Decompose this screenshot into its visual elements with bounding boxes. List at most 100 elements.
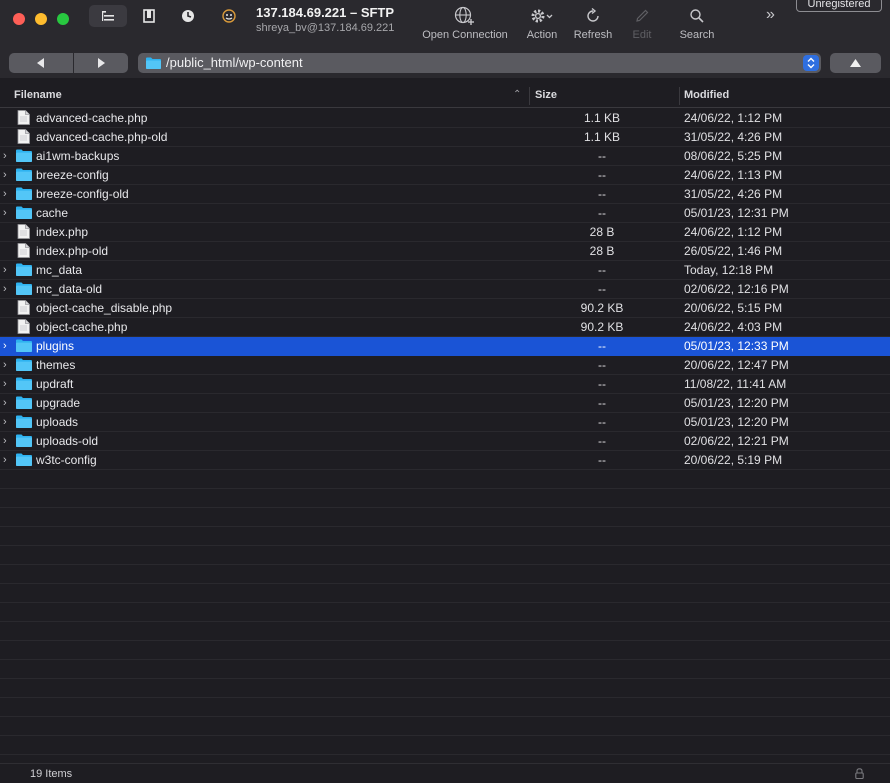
action-label: Action xyxy=(526,29,558,41)
disclosure-triangle-icon[interactable]: › xyxy=(3,207,7,219)
folder-row[interactable]: › breeze-config -- 24/06/22, 1:13 PM xyxy=(0,166,890,185)
file-row[interactable]: index.php-old 28 B 26/05/22, 1:46 PM xyxy=(0,242,890,261)
disclosure-triangle-icon[interactable]: › xyxy=(3,150,7,162)
modified-cell: 31/05/22, 4:26 PM xyxy=(684,130,783,144)
search-button[interactable]: Search xyxy=(675,5,719,41)
disclosure-triangle-icon[interactable]: › xyxy=(3,454,7,466)
bookmarks-button[interactable] xyxy=(139,5,159,27)
history-button[interactable] xyxy=(178,5,198,27)
folder-row[interactable]: › ai1wm-backups -- 08/06/22, 5:25 PM xyxy=(0,147,890,166)
size-cell: -- xyxy=(598,377,606,391)
folder-row[interactable]: › breeze-config-old -- 31/05/22, 4:26 PM xyxy=(0,185,890,204)
zoom-window-button[interactable] xyxy=(57,13,69,25)
column-divider[interactable] xyxy=(529,87,530,105)
folder-row[interactable]: › uploads-old -- 02/06/22, 12:21 PM xyxy=(0,432,890,451)
size-cell: -- xyxy=(598,187,606,201)
column-header-size[interactable]: Size xyxy=(535,89,557,101)
disclosure-triangle-icon[interactable]: › xyxy=(3,283,7,295)
modified-cell: 24/06/22, 1:12 PM xyxy=(684,111,783,125)
modified-cell: 24/06/22, 1:13 PM xyxy=(684,168,783,182)
modified-cell: 24/06/22, 4:03 PM xyxy=(684,320,783,334)
file-list[interactable]: advanced-cache.php 1.1 KB 24/06/22, 1:12 P… xyxy=(0,109,890,763)
filename-cell: uploads-old xyxy=(36,434,99,448)
outline-view-button[interactable] xyxy=(89,5,127,27)
folder-row[interactable]: › mc_data -- Today, 12:18 PM xyxy=(0,261,890,280)
filename-cell: breeze-config-old xyxy=(36,187,129,201)
folder-row[interactable]: › cache -- 05/01/23, 12:31 PM xyxy=(0,204,890,223)
refresh-button[interactable]: Refresh xyxy=(572,5,614,41)
refresh-label: Refresh xyxy=(573,29,613,41)
filename-cell: cache xyxy=(36,206,69,220)
size-cell: -- xyxy=(598,168,606,182)
disclosure-triangle-icon[interactable]: › xyxy=(3,416,7,428)
forward-button[interactable] xyxy=(74,53,128,73)
filename-cell: index.php-old xyxy=(36,244,109,258)
disclosure-triangle-icon[interactable]: › xyxy=(3,359,7,371)
file-row[interactable]: advanced-cache.php-old 1.1 KB 31/05/22, 4:… xyxy=(0,128,890,147)
folder-icon xyxy=(16,396,32,412)
folder-icon xyxy=(16,263,32,279)
file-row[interactable]: object-cache.php 90.2 KB 24/06/22, 4:03 PM xyxy=(0,318,890,337)
column-divider[interactable] xyxy=(679,87,680,105)
disclosure-triangle-icon[interactable]: › xyxy=(3,340,7,352)
disclosure-triangle-icon[interactable]: › xyxy=(3,169,7,181)
disclosure-triangle-icon[interactable]: › xyxy=(3,188,7,200)
filename-cell: mc_data xyxy=(36,263,83,277)
folder-row[interactable]: › mc_data-old -- 02/06/22, 12:16 PM xyxy=(0,280,890,299)
edit-button[interactable]: Edit xyxy=(626,5,658,41)
window-title: 137.184.69.221 – SFTP xyxy=(256,5,395,20)
file-row[interactable]: advanced-cache.php 1.1 KB 24/06/22, 1:12 P… xyxy=(0,109,890,128)
folder-row[interactable]: › themes -- 20/06/22, 12:47 PM xyxy=(0,356,890,375)
gear-icon xyxy=(531,9,553,23)
size-cell: 1.1 KB xyxy=(583,111,621,125)
folder-row[interactable]: › w3tc-config -- 20/06/22, 5:19 PM xyxy=(0,451,890,470)
open-connection-button[interactable]: Open Connection xyxy=(419,5,511,41)
file-row[interactable]: object-cache_disable.php 90.2 KB 20/06/22,… xyxy=(0,299,890,318)
toolbar: 137.184.69.221 – SFTP shreya_bv@137.184.… xyxy=(0,0,890,50)
size-cell: 1.1 KB xyxy=(583,130,621,144)
filename-cell: breeze-config xyxy=(36,168,109,182)
chevron-updown-icon xyxy=(807,57,815,69)
current-path: /public_html/wp-content xyxy=(166,55,303,70)
modified-cell: 08/06/22, 5:25 PM xyxy=(684,149,783,163)
file-icon xyxy=(17,129,30,147)
folder-row[interactable]: › updraft -- 11/08/22, 11:41 AM xyxy=(0,375,890,394)
file-icon xyxy=(17,243,30,261)
size-cell: -- xyxy=(598,206,606,220)
path-bar: /public_html/wp-content xyxy=(0,50,890,78)
size-cell: 28 B xyxy=(589,225,615,239)
disclosure-triangle-icon[interactable]: › xyxy=(3,378,7,390)
path-selector[interactable]: /public_html/wp-content xyxy=(138,53,821,73)
file-row[interactable]: index.php 28 B 24/06/22, 1:12 PM xyxy=(0,223,890,242)
size-cell: -- xyxy=(598,396,606,410)
disclosure-triangle-icon[interactable]: › xyxy=(3,435,7,447)
filename-cell: updraft xyxy=(36,377,74,391)
disclosure-triangle-icon[interactable]: › xyxy=(3,397,7,409)
path-popup-stepper[interactable] xyxy=(803,55,819,71)
column-header-modified[interactable]: Modified xyxy=(684,89,729,101)
search-icon xyxy=(690,9,704,23)
folder-icon xyxy=(16,453,32,469)
size-cell: -- xyxy=(598,263,606,277)
size-cell: 90.2 KB xyxy=(580,301,624,315)
column-header-filename[interactable]: Filename xyxy=(14,89,62,101)
size-cell: -- xyxy=(598,434,606,448)
close-window-button[interactable] xyxy=(13,13,25,25)
toolbar-overflow-button[interactable]: » xyxy=(766,6,775,24)
size-cell: 90.2 KB xyxy=(580,320,624,334)
back-button[interactable] xyxy=(9,53,73,73)
disclosure-triangle-icon[interactable]: › xyxy=(3,264,7,276)
folder-row[interactable]: › plugins -- 05/01/23, 12:33 PM xyxy=(0,337,890,356)
folder-icon xyxy=(16,358,32,374)
size-cell: -- xyxy=(598,415,606,429)
unregistered-badge[interactable]: Unregistered xyxy=(796,0,882,12)
modified-cell: 05/01/23, 12:33 PM xyxy=(684,339,789,353)
bonjour-button[interactable] xyxy=(219,5,239,27)
folder-row[interactable]: › uploads -- 05/01/23, 12:20 PM xyxy=(0,413,890,432)
minimize-window-button[interactable] xyxy=(35,13,47,25)
folder-row[interactable]: › upgrade -- 05/01/23, 12:20 PM xyxy=(0,394,890,413)
action-button[interactable]: Action xyxy=(521,5,563,41)
edit-label: Edit xyxy=(632,29,652,41)
parent-directory-button[interactable] xyxy=(830,53,881,73)
list-tree-icon xyxy=(102,11,114,21)
